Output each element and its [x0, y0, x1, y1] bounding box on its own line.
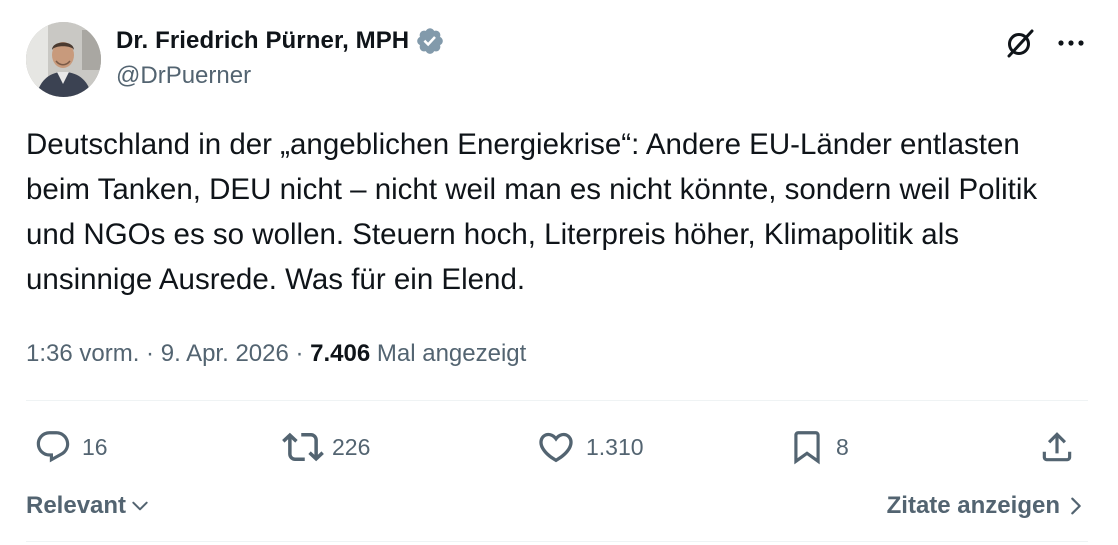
chevron-down-icon	[132, 501, 148, 511]
tweet-actions: 16 226 1.310 8	[26, 424, 1088, 470]
repost-button[interactable]: 226	[282, 424, 370, 470]
tweet-text: Deutschland in der „angeblichen Energiek…	[26, 128, 1038, 296]
view-quotes-link[interactable]: Zitate anzeigen	[887, 488, 1084, 524]
reply-count: 16	[82, 433, 108, 460]
views-label: Mal angezeigt	[376, 340, 527, 367]
sort-replies-dropdown[interactable]: Relevant	[26, 488, 150, 524]
sort-label: Relevant	[26, 492, 127, 519]
divider	[26, 400, 1088, 401]
views-count: 7.406	[310, 340, 371, 367]
tweet-meta: 1:36 vorm. · 9. Apr. 2026 · 7.406 Mal an…	[26, 334, 526, 374]
like-icon	[539, 432, 573, 463]
reply-button[interactable]: 16	[34, 424, 108, 470]
avatar-image	[26, 22, 101, 97]
share-button[interactable]	[1038, 424, 1076, 470]
author-display-name[interactable]: Dr. Friedrich Pürner, MPH	[116, 27, 409, 55]
chevron-right-icon	[1071, 497, 1081, 515]
verified-badge-icon[interactable]	[415, 26, 445, 56]
more-icon	[1058, 40, 1084, 46]
divider	[26, 541, 1088, 542]
like-count: 1.310	[586, 433, 644, 460]
author-name-row[interactable]: Dr. Friedrich Pürner, MPH	[116, 22, 445, 60]
grok-button[interactable]	[1001, 24, 1039, 62]
like-button[interactable]: 1.310	[536, 424, 644, 470]
repost-icon	[282, 432, 324, 462]
quotes-label: Zitate anzeigen	[886, 492, 1060, 519]
meta-separator: ·	[288, 340, 311, 367]
bookmark-count: 8	[836, 433, 849, 460]
avatar[interactable]	[26, 22, 101, 97]
tweet-date[interactable]: 9. Apr. 2026	[161, 340, 289, 368]
meta-space	[370, 340, 377, 368]
repost-count: 226	[332, 433, 371, 460]
share-icon	[1042, 432, 1072, 462]
more-button[interactable]	[1052, 24, 1090, 62]
reply-icon	[36, 431, 70, 463]
grok-icon	[1007, 29, 1034, 58]
author-handle[interactable]: @DrPuerner	[116, 62, 251, 90]
tweet-time[interactable]: 1:36 vorm.	[26, 340, 139, 368]
bookmark-icon	[794, 431, 820, 465]
bookmark-button[interactable]: 8	[788, 424, 849, 470]
meta-separator: ·	[139, 340, 161, 367]
